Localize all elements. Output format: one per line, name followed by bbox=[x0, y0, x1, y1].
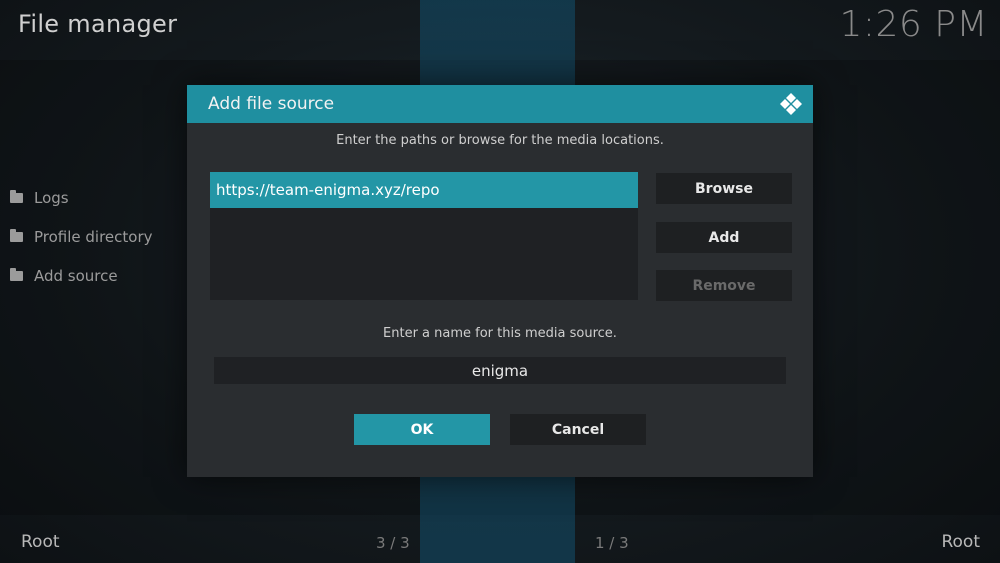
sidebar: Logs Profile directory Add source bbox=[10, 178, 153, 295]
browse-button[interactable]: Browse bbox=[656, 173, 792, 204]
sidebar-item-profile-directory[interactable]: Profile directory bbox=[10, 217, 153, 256]
add-file-source-dialog: Add file source Enter the paths or brows… bbox=[187, 85, 813, 477]
add-button[interactable]: Add bbox=[656, 222, 792, 253]
footer-count-right: 1 / 3 bbox=[595, 534, 629, 552]
sidebar-item-label: Logs bbox=[34, 188, 69, 207]
footer-root-right: Root bbox=[941, 532, 980, 552]
sidebar-item-add-source[interactable]: Add source bbox=[10, 256, 153, 295]
sidebar-item-logs[interactable]: Logs bbox=[10, 178, 153, 217]
folder-icon bbox=[10, 228, 23, 242]
footer-root-left: Root bbox=[21, 532, 60, 552]
dialog-header: Add file source bbox=[187, 85, 813, 123]
clock: 1:26 PM bbox=[839, 4, 988, 45]
path-list[interactable]: https://team-enigma.xyz/repo bbox=[210, 172, 638, 300]
paths-instruction: Enter the paths or browse for the media … bbox=[336, 133, 664, 148]
folder-icon bbox=[10, 267, 23, 281]
dialog-title: Add file source bbox=[208, 94, 335, 114]
path-item-label: https://team-enigma.xyz/repo bbox=[216, 181, 440, 199]
page-title: File manager bbox=[18, 10, 178, 38]
ok-button[interactable]: OK bbox=[354, 414, 490, 445]
source-name-field[interactable]: enigma bbox=[214, 357, 786, 384]
folder-icon bbox=[10, 189, 23, 203]
cancel-button[interactable]: Cancel bbox=[510, 414, 646, 445]
list-item[interactable]: https://team-enigma.xyz/repo bbox=[210, 172, 638, 208]
footer-count-left: 3 / 3 bbox=[376, 534, 410, 552]
name-instruction: Enter a name for this media source. bbox=[383, 326, 617, 341]
sidebar-item-label: Add source bbox=[34, 266, 118, 285]
kodi-logo-icon bbox=[780, 93, 802, 115]
sidebar-item-label: Profile directory bbox=[34, 227, 153, 246]
remove-button[interactable]: Remove bbox=[656, 270, 792, 301]
